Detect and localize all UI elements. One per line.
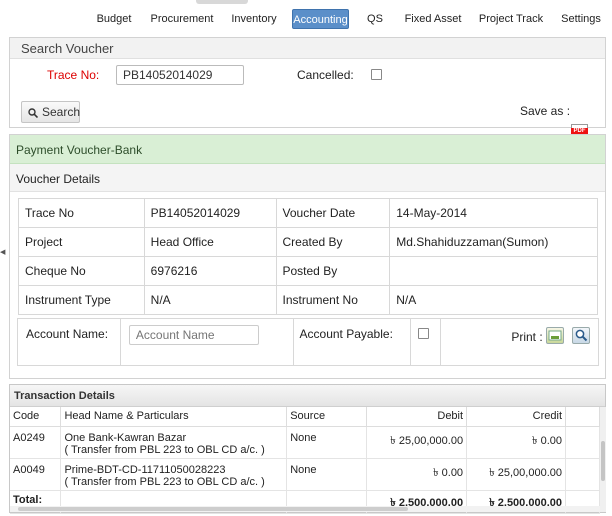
cell-credit: ৳ 25,00,000.00 — [466, 458, 566, 491]
nav-item-budget[interactable]: Budget — [92, 9, 136, 29]
column-header-credit[interactable]: Credit — [466, 407, 566, 427]
transaction-details-panel: Transaction Details Code Head Name & Par… — [9, 384, 606, 514]
nav-item-fixed-asset[interactable]: Fixed Asset — [402, 9, 464, 29]
search-icon — [28, 107, 39, 119]
nav-item-procurement[interactable]: Procurement — [148, 9, 216, 29]
table-row: Project Head Office Created By Md.Shahid… — [18, 227, 598, 257]
cell-credit: ৳ 0.00 — [466, 426, 566, 459]
transactions-table: Code Head Name & Particulars Source Debi… — [10, 407, 600, 514]
voucher-details-panel: Payment Voucher-Bank Voucher Details Tra… — [9, 134, 606, 379]
transaction-details-title: Transaction Details — [10, 385, 605, 407]
account-name-cell — [119, 318, 294, 366]
save-as-label: Save as : — [520, 104, 571, 118]
head-name: Prime-BDT-CD-11711050028223 — [64, 463, 226, 476]
column-header-spacer — [565, 407, 600, 427]
column-header-code[interactable]: Code — [10, 407, 62, 427]
field-label: Instrument Type — [18, 285, 145, 315]
account-name-input[interactable] — [128, 325, 259, 345]
head-name: One Bank-Kawran Bazar — [64, 431, 187, 444]
field-label: Posted By — [275, 256, 391, 286]
cell-spacer — [565, 458, 600, 491]
voucher-details-table: Trace No PB14052014029 Voucher Date 14-M… — [18, 198, 598, 315]
cell-spacer — [565, 426, 600, 459]
print-cell: Print : — [440, 318, 599, 366]
field-label: Voucher Date — [275, 198, 391, 228]
horizontal-scroll-thumb[interactable] — [18, 507, 408, 511]
cell-head: Prime-BDT-CD-11711050028223 ( Transfer f… — [60, 458, 288, 491]
column-header-source[interactable]: Source — [286, 407, 368, 427]
vertical-scroll-thumb[interactable] — [601, 441, 605, 481]
column-header-head-name[interactable]: Head Name & Particulars — [60, 407, 288, 427]
cell-debit: ৳ 0.00 — [366, 458, 468, 491]
field-value: PB14052014029 — [143, 198, 277, 228]
field-value: N/A — [389, 285, 598, 315]
field-value: Head Office — [143, 227, 277, 257]
account-payable-cell — [410, 318, 442, 366]
search-voucher-panel: Search Voucher Trace No: PB14052014029 C… — [9, 37, 606, 145]
trace-no-input[interactable]: PB14052014029 — [116, 65, 244, 85]
search-button[interactable]: Search — [21, 101, 80, 123]
horizontal-scrollbar[interactable] — [10, 506, 600, 512]
table-row: Instrument Type N/A Instrument No N/A — [18, 285, 598, 315]
nav-item-settings[interactable]: Settings — [558, 9, 604, 29]
voucher-type-title: Payment Voucher-Bank — [10, 135, 605, 164]
nav-item-inventory[interactable]: Inventory — [228, 9, 280, 29]
column-header-debit[interactable]: Debit — [366, 407, 468, 427]
trace-no-label: Trace No: — [47, 68, 100, 82]
print-preview-icon[interactable] — [546, 327, 565, 344]
field-value: Md.Shahiduzzaman(Sumon) — [389, 227, 598, 257]
vertical-scrollbar[interactable] — [600, 407, 606, 512]
cell-source: None — [286, 458, 368, 491]
print-label: Print : — [511, 330, 543, 344]
account-filter-table: Account Name: Account Payable: Print : — [17, 318, 599, 366]
search-button-label: Search — [42, 105, 81, 119]
collapse-handle[interactable] — [196, 0, 248, 4]
field-label: Project — [18, 227, 145, 257]
search-panel-title: Search Voucher — [10, 38, 605, 59]
cell-code: A0049 — [10, 458, 62, 491]
print-search-icon[interactable] — [572, 327, 591, 344]
table-header-row: Code Head Name & Particulars Source Debi… — [10, 407, 600, 427]
nav-item-accounting[interactable]: Accounting — [292, 9, 349, 29]
side-expand-arrow-icon[interactable]: ◀ — [0, 248, 5, 256]
cancelled-label: Cancelled: — [297, 68, 354, 82]
field-value: N/A — [143, 285, 277, 315]
table-row: Cheque No 6976216 Posted By — [18, 256, 598, 286]
field-label: Cheque No — [18, 256, 145, 286]
field-value: 6976216 — [143, 256, 277, 286]
field-value: 14-May-2014 — [389, 198, 598, 228]
cell-debit: ৳ 25,00,000.00 — [366, 426, 468, 459]
voucher-details-heading: Voucher Details — [10, 164, 605, 192]
head-particulars: ( Transfer from PBL 223 to OBL CD a/c. ) — [64, 475, 265, 488]
field-label: Created By — [275, 227, 391, 257]
cancelled-checkbox[interactable] — [371, 69, 382, 80]
account-payable-label: Account Payable: — [292, 318, 412, 366]
cell-code: A0249 — [10, 426, 62, 459]
cell-head: One Bank-Kawran Bazar ( Transfer from PB… — [60, 426, 288, 459]
top-nav: Budget Procurement Inventory Accounting … — [0, 0, 612, 34]
account-name-label: Account Name: — [17, 318, 121, 366]
field-value — [389, 256, 598, 286]
field-label: Trace No — [18, 198, 145, 228]
nav-item-qs[interactable]: QS — [363, 9, 387, 29]
nav-item-project-track[interactable]: Project Track — [476, 9, 546, 29]
table-row[interactable]: A0249 One Bank-Kawran Bazar ( Transfer f… — [10, 426, 600, 459]
account-payable-checkbox[interactable] — [418, 328, 430, 339]
head-particulars: ( Transfer from PBL 223 to OBL CD a/c. ) — [64, 443, 265, 456]
cell-source: None — [286, 426, 368, 459]
table-row[interactable]: A0049 Prime-BDT-CD-11711050028223 ( Tran… — [10, 458, 600, 491]
field-label: Instrument No — [275, 285, 391, 315]
table-row: Trace No PB14052014029 Voucher Date 14-M… — [18, 198, 598, 228]
